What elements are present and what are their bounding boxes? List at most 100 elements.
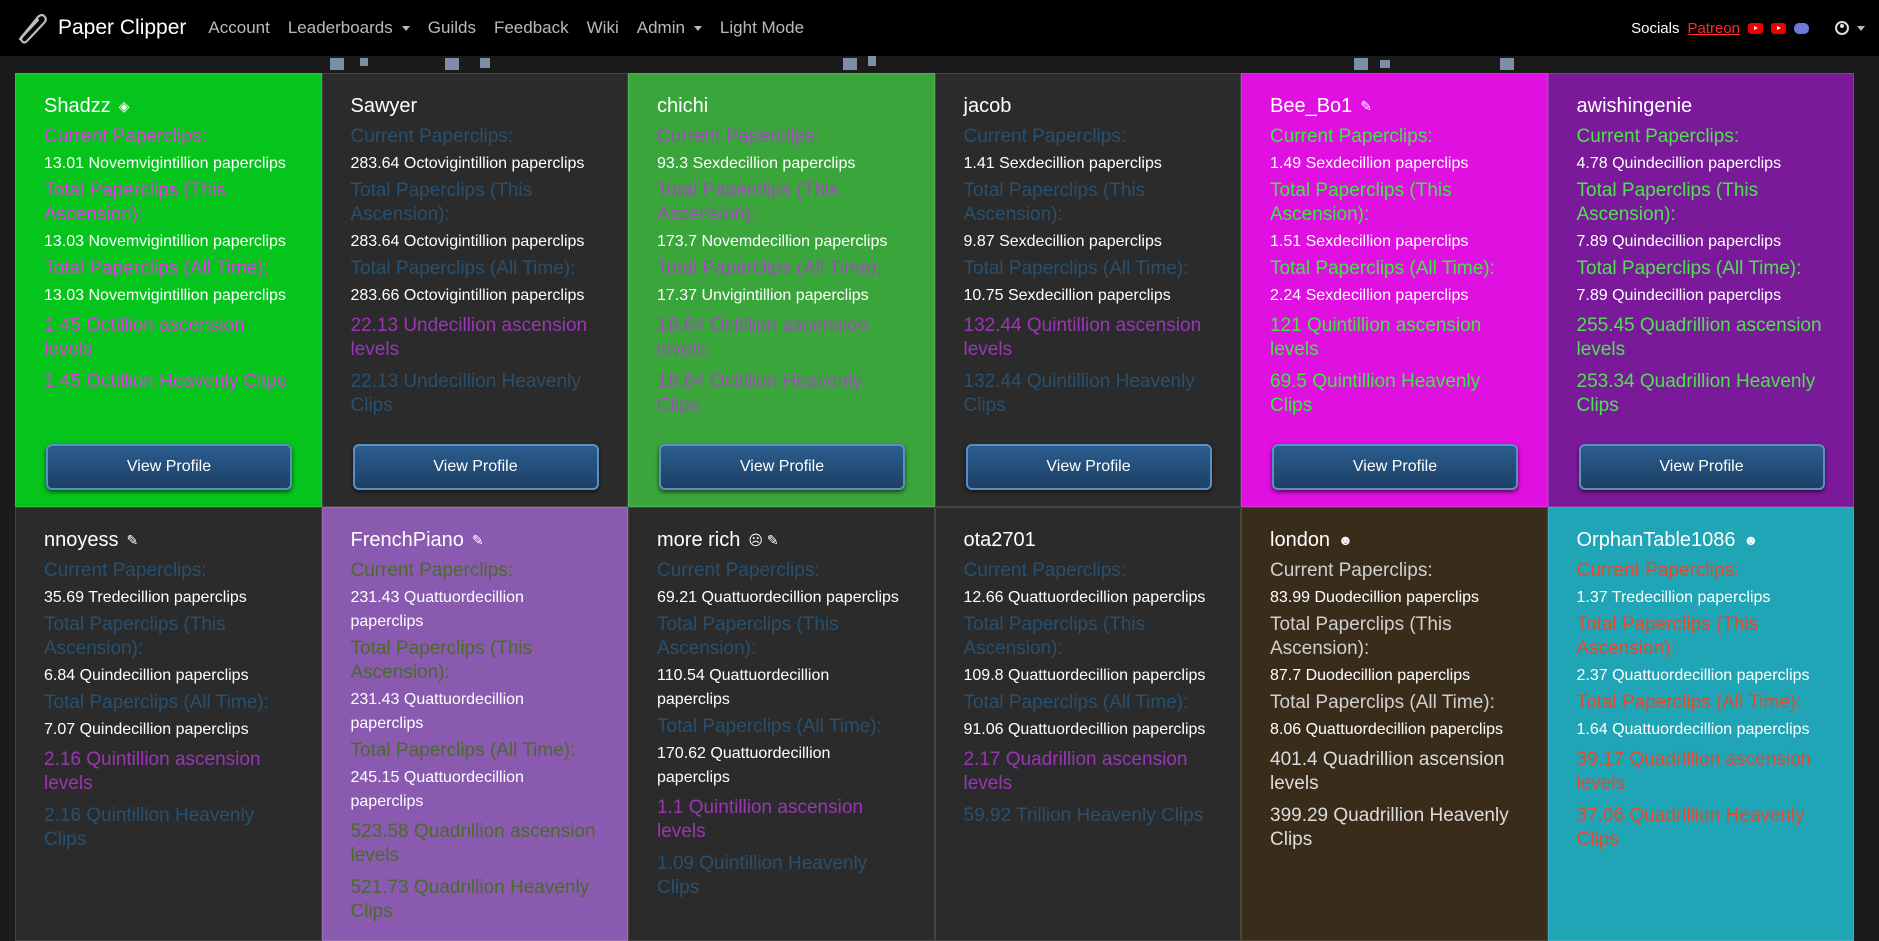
nav-item-wiki[interactable]: Wiki <box>587 18 619 38</box>
view-profile-button[interactable]: View Profile <box>46 444 292 490</box>
player-name-row: awishingenie <box>1577 89 1826 123</box>
total-all-time-label: Total Paperclips (All Time): <box>1270 692 1495 713</box>
ascension-levels: 121 Quintillion ascension levels <box>1270 315 1482 360</box>
player-name-row: london ☻ <box>1270 523 1519 557</box>
leaderboard-grid: Shadzz ◈ Current Paperclips: 13.01 Novemvig… <box>15 73 1854 941</box>
total-all-time-value: 7.07 Quindecillion paperclips <box>44 721 249 738</box>
brand[interactable]: Paper Clipper <box>14 11 186 45</box>
total-ascension-value: 173.7 Novemdecillion paperclips <box>657 233 888 250</box>
total-ascension-label: Total Paperclips (This Ascension): <box>44 180 226 225</box>
total-ascension-label: Total Paperclips (This Ascension): <box>350 638 533 683</box>
nav-item-account[interactable]: Account <box>208 18 269 38</box>
current-paperclips-value: 12.66 Quattuordecillion paperclips <box>963 589 1206 606</box>
player-name: awishingenie <box>1576 94 1693 117</box>
heavenly-clips: 132.44 Quintillion Heavenly Clips <box>963 371 1195 416</box>
youtube-icon[interactable] <box>1771 22 1786 34</box>
player-name: FrenchPiano <box>350 528 464 551</box>
current-paperclips-label: Current Paperclips: <box>1576 560 1740 581</box>
view-profile-button[interactable]: View Profile <box>352 444 599 490</box>
heavenly-clips: 1.45 Octillion Heavenly Clips <box>44 371 286 392</box>
nav-item-label: Admin <box>636 18 685 37</box>
total-ascension-label: Total Paperclips (This Ascension): <box>350 180 533 225</box>
player-card: FrenchPiano ✎ Current Paperclips: 231.43 Qu… <box>321 507 628 941</box>
nav-item-guilds[interactable]: Guilds <box>428 18 476 38</box>
heavenly-clips: 22.13 Undecillion Heavenly Clips <box>350 371 581 416</box>
total-ascension-label: Total Paperclips (This Ascension): <box>1270 180 1452 225</box>
current-paperclips-value: 1.41 Sexdecillion paperclips <box>963 155 1162 172</box>
pixel-strip <box>0 56 1879 72</box>
player-card: ota2701 Current Paperclips: 12.66 Quattuor… <box>934 507 1241 941</box>
player-name: jacob <box>963 94 1012 117</box>
ascension-levels: 18.64 Octillion ascension levels <box>657 315 869 360</box>
nav-item-admin[interactable]: Admin <box>637 18 702 38</box>
socials-label: Socials <box>1631 19 1680 37</box>
ascension-levels: 2.17 Quadrillion ascension levels <box>963 749 1188 794</box>
total-all-time-label: Total Paperclips (All Time): <box>963 258 1189 279</box>
player-name: london <box>1270 528 1331 551</box>
brand-title: Paper Clipper <box>58 16 187 39</box>
nav-links: Account Leaderboards Guilds Feedback Wiki Adm… <box>208 18 822 38</box>
total-ascension-label: Total Paperclips (This Ascension): <box>1270 614 1452 659</box>
total-all-time-value: 1.64 Quattuordecillion paperclips <box>1576 721 1810 738</box>
youtube-icon[interactable] <box>1748 22 1763 34</box>
total-ascension-value: 7.89 Quindecillion paperclips <box>1576 233 1782 250</box>
player-name-row: Shadzz ◈ <box>44 89 293 123</box>
total-ascension-label: Total Paperclips (This Ascension): <box>657 180 839 225</box>
total-ascension-label: Total Paperclips (This Ascension): <box>657 614 839 659</box>
top-navbar: Paper Clipper Account Leaderboards Guilds F… <box>0 0 1879 56</box>
discord-icon[interactable] <box>1794 22 1809 34</box>
heavenly-clips: 2.16 Quintillion Heavenly Clips <box>44 805 255 850</box>
current-paperclips-label: Current Paperclips: <box>350 126 514 147</box>
current-paperclips-label: Current Paperclips: <box>350 560 514 581</box>
view-profile-button[interactable]: View Profile <box>1272 444 1518 490</box>
player-badge-icon: ◈ <box>118 97 130 114</box>
total-all-time-label: Total Paperclips (All Time): <box>44 692 269 713</box>
view-profile-button[interactable]: View Profile <box>965 444 1212 490</box>
total-ascension-label: Total Paperclips (This Ascension): <box>963 180 1146 225</box>
ascension-levels: 1.1 Quintillion ascension levels <box>657 797 863 842</box>
view-profile-button[interactable]: View Profile <box>1578 444 1825 490</box>
paperclip-logo-icon <box>18 13 47 44</box>
user-menu[interactable] <box>1835 21 1865 35</box>
total-ascension-label: Total Paperclips (This Ascension): <box>1576 180 1759 225</box>
current-paperclips-value: 69.21 Quattuordecillion paperclips <box>657 589 899 606</box>
player-name: Shadzz <box>44 94 111 117</box>
player-name: nnoyess <box>44 528 119 551</box>
total-all-time-label: Total Paperclips (All Time): <box>657 716 882 737</box>
player-name: ota2701 <box>963 528 1036 551</box>
player-badge-icon: ✎ <box>126 531 139 548</box>
player-name-row: nnoyess ✎ <box>44 523 293 557</box>
view-profile-button[interactable]: View Profile <box>659 444 905 490</box>
total-all-time-value: 8.06 Quattuordecillion paperclips <box>1270 721 1504 738</box>
current-paperclips-value: 4.78 Quindecillion paperclips <box>1576 155 1782 172</box>
ascension-levels: 1.45 Octillion ascension levels <box>44 315 245 360</box>
nav-item-light-mode[interactable]: Light Mode <box>720 18 804 38</box>
player-name: chichi <box>657 94 709 117</box>
player-card: more rich ☹ ✎ Current Paperclips: 69.21 Qua… <box>628 507 935 941</box>
player-name: OrphanTable1086 <box>1576 528 1736 551</box>
current-paperclips-label: Current Paperclips: <box>1576 126 1740 147</box>
player-card: Sawyer Current Paperclips: 283.64 Octovigi… <box>321 73 628 507</box>
nav-item-leaderboards[interactable]: Leaderboards <box>288 18 410 38</box>
player-badge-icon: ✎ <box>1360 97 1373 114</box>
heavenly-clips: 18.64 Octillion Heavenly Clips <box>657 371 862 416</box>
current-paperclips-label: Current Paperclips: <box>963 126 1127 147</box>
patreon-link[interactable]: Patreon <box>1687 20 1740 37</box>
current-paperclips-label: Current Paperclips: <box>44 126 207 147</box>
current-paperclips-label: Current Paperclips: <box>44 560 207 581</box>
player-name-row: chichi <box>657 89 906 123</box>
total-all-time-label: Total Paperclips (All Time): <box>44 258 269 279</box>
current-paperclips-label: Current Paperclips: <box>657 126 820 147</box>
nav-item-label: Guilds <box>427 18 476 37</box>
total-all-time-value: 10.75 Sexdecillion paperclips <box>963 287 1171 304</box>
ascension-levels: 523.58 Quadrillion ascension levels <box>350 821 596 866</box>
heavenly-clips: 253.34 Quadrillion Heavenly Clips <box>1576 371 1816 416</box>
total-all-time-value: 91.06 Quattuordecillion paperclips <box>963 721 1206 738</box>
total-ascension-label: Total Paperclips (This Ascension): <box>1576 614 1759 659</box>
current-paperclips-value: 283.64 Octovigintillion paperclips <box>350 155 585 172</box>
nav-item-label: Account <box>208 18 270 37</box>
chevron-down-icon <box>693 25 702 31</box>
nav-item-feedback[interactable]: Feedback <box>494 18 569 38</box>
total-all-time-label: Total Paperclips (All Time): <box>350 258 576 279</box>
player-badge-icon: ☻ <box>1743 532 1759 548</box>
